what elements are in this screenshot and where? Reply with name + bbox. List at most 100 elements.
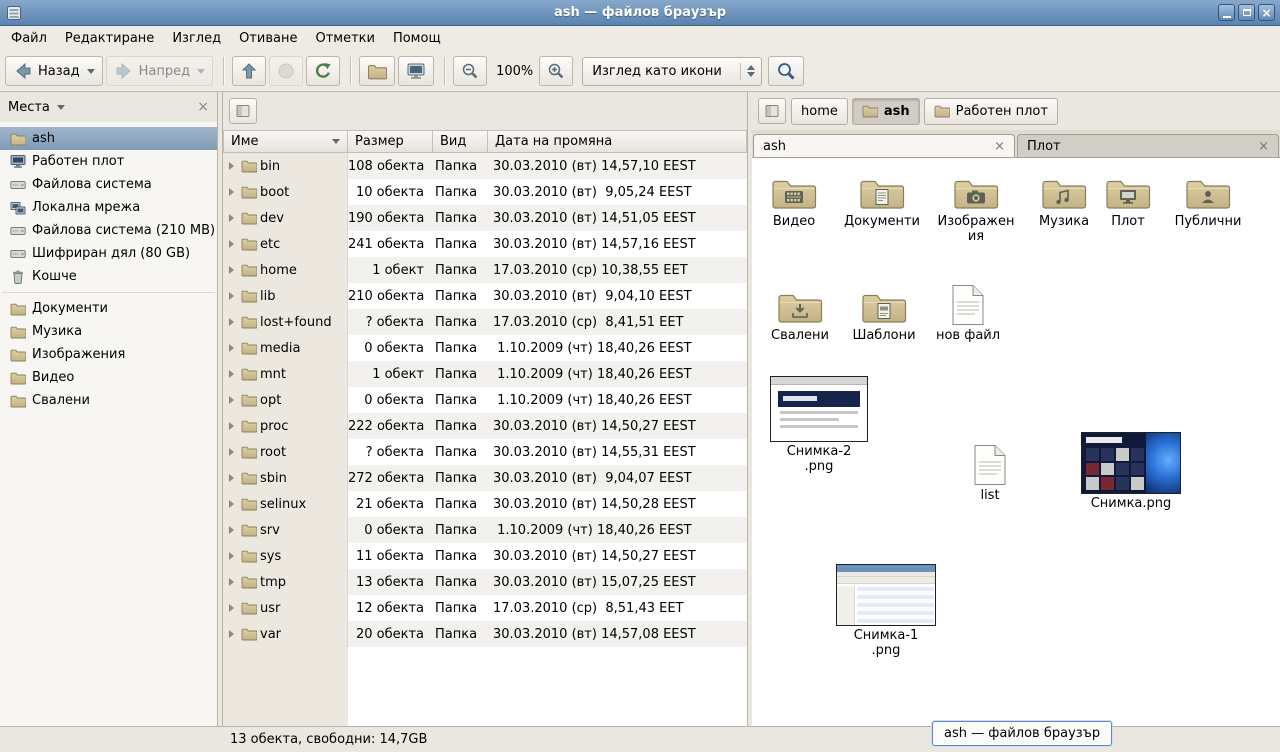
sidebar-item[interactable]: Шифриран дял (80 GB) [0,242,217,265]
table-row[interactable]: sbin272 обектаПапка30.03.2010 (вт) 9,04,… [223,465,747,491]
expander-icon[interactable] [229,266,234,274]
reload-button[interactable] [306,56,340,86]
name-cell[interactable]: mnt [223,361,348,387]
menubar-item[interactable]: Помощ [384,26,450,51]
table-row[interactable]: srv0 обектаПапка 1.10.2009 (чт) 18,40,26… [223,517,747,543]
name-cell[interactable]: media [223,335,348,361]
expander-icon[interactable] [229,578,234,586]
expander-icon[interactable] [229,630,234,638]
name-cell[interactable]: sys [223,543,348,569]
name-cell[interactable]: home [223,257,348,283]
name-cell[interactable]: proc [223,413,348,439]
table-row[interactable]: dev190 обектаПапка30.03.2010 (вт) 14,51,… [223,205,747,231]
view-mode-select[interactable]: Изглед като икони [582,57,762,86]
name-cell[interactable]: dev [223,205,348,231]
table-row[interactable]: sys11 обектаПапка30.03.2010 (вт) 14,50,2… [223,543,747,569]
expander-icon[interactable] [229,604,234,612]
name-cell[interactable]: root [223,439,348,465]
table-row[interactable]: media0 обектаПапка 1.10.2009 (чт) 18,40,… [223,335,747,361]
name-cell[interactable]: tmp [223,569,348,595]
search-button[interactable] [768,56,804,86]
table-row[interactable]: lib210 обектаПапка30.03.2010 (вт) 9,04,1… [223,283,747,309]
expander-icon[interactable] [229,552,234,560]
up-button[interactable] [232,56,266,86]
zoom-in-button[interactable] [539,56,573,86]
table-row[interactable]: lost+found? обектаПапка17.03.2010 (ср) 8… [223,309,747,335]
column-header-date[interactable]: Дата на промяна [488,130,747,153]
name-cell[interactable]: usr [223,595,348,621]
icon-item[interactable]: Снимка-1.png [832,564,940,658]
menubar-item[interactable]: Редактиране [56,26,163,51]
sidebar-item[interactable]: Локална мрежа [0,196,217,219]
expander-icon[interactable] [229,448,234,456]
table-row[interactable]: proc222 обектаПапка30.03.2010 (вт) 14,50… [223,413,747,439]
sidebar-item[interactable]: Видео [0,366,217,389]
icon-item[interactable]: Видео [752,174,836,230]
expander-icon[interactable] [229,318,234,326]
expander-icon[interactable] [229,188,234,196]
expander-icon[interactable] [229,422,234,430]
name-cell[interactable]: lib [223,283,348,309]
menubar-item[interactable]: Отметки [306,26,383,51]
icon-item[interactable]: нов файл [926,284,1010,344]
name-cell[interactable]: var [223,621,348,647]
tab-close-icon[interactable]: × [994,139,1005,154]
name-cell[interactable]: boot [223,179,348,205]
icon-item[interactable]: Шаблони [842,288,926,344]
icon-item[interactable]: Документи [836,174,928,230]
maximize-button[interactable] [1238,4,1255,21]
table-row[interactable]: opt0 обектаПапка 1.10.2009 (чт) 18,40,26… [223,387,747,413]
pathbar-button[interactable]: ash [852,98,920,125]
home-button[interactable] [359,56,395,86]
titlebar[interactable]: ash — файлов браузър × [0,0,1280,26]
sidebar-item[interactable]: Документи [0,297,217,320]
back-button[interactable]: Назад [5,56,103,86]
column-header-type[interactable]: Вид [433,130,488,153]
expander-icon[interactable] [229,474,234,482]
back-dropdown-icon[interactable] [87,69,95,74]
sidebar-item[interactable]: Файлова система [0,173,217,196]
pane-location-button[interactable] [229,98,257,124]
table-row[interactable]: var20 обектаПапка30.03.2010 (вт) 14,57,0… [223,621,747,647]
name-cell[interactable]: lost+found [223,309,348,335]
sidebar-item[interactable]: Музика [0,320,217,343]
table-row[interactable]: home1 обектПапка17.03.2010 (ср) 10,38,55… [223,257,747,283]
table-row[interactable]: tmp13 обектаПапка30.03.2010 (вт) 15,07,2… [223,569,747,595]
table-row[interactable]: etc241 обектаПапка30.03.2010 (вт) 14,57,… [223,231,747,257]
close-button[interactable]: × [1258,4,1275,21]
expander-icon[interactable] [229,526,234,534]
icon-item[interactable]: list [948,444,1032,504]
name-cell[interactable]: opt [223,387,348,413]
tab[interactable]: Плот× [1017,134,1279,157]
sidebar-close-icon[interactable]: × [197,99,209,115]
name-cell[interactable]: etc [223,231,348,257]
icon-item[interactable]: Снимка.png [1076,432,1186,512]
table-row[interactable]: selinux21 обектаПапка30.03.2010 (вт) 14,… [223,491,747,517]
name-cell[interactable]: bin [223,153,348,179]
menubar-item[interactable]: Файл [2,26,56,51]
pathbar-button[interactable]: home [791,98,848,125]
tab-close-icon[interactable]: × [1258,139,1269,154]
expander-icon[interactable] [229,162,234,170]
sidebar-item[interactable]: ash [0,127,217,150]
expander-icon[interactable] [229,370,234,378]
zoom-out-button[interactable] [453,56,487,86]
icon-item[interactable]: Снимка-2.png [766,376,872,474]
table-row[interactable]: boot10 обектаПапка30.03.2010 (вт) 9,05,2… [223,179,747,205]
sidebar-item[interactable]: Файлова система (210 MB) [0,219,217,242]
tab[interactable]: ash× [753,134,1015,157]
expander-icon[interactable] [229,344,234,352]
name-cell[interactable]: selinux [223,491,348,517]
column-header-size[interactable]: Размер [348,130,433,153]
icon-item[interactable]: Свалени [758,288,842,344]
name-cell[interactable]: sbin [223,465,348,491]
icon-item[interactable]: Изображения [932,174,1020,244]
name-cell[interactable]: srv [223,517,348,543]
sidebar-item[interactable]: Работен плот [0,150,217,173]
expander-icon[interactable] [229,292,234,300]
expander-icon[interactable] [229,500,234,508]
forward-button[interactable]: Напред [106,56,213,86]
menubar-item[interactable]: Изглед [163,26,230,51]
column-header-name[interactable]: Име [223,130,348,153]
sidebar-item[interactable]: Изображения [0,343,217,366]
